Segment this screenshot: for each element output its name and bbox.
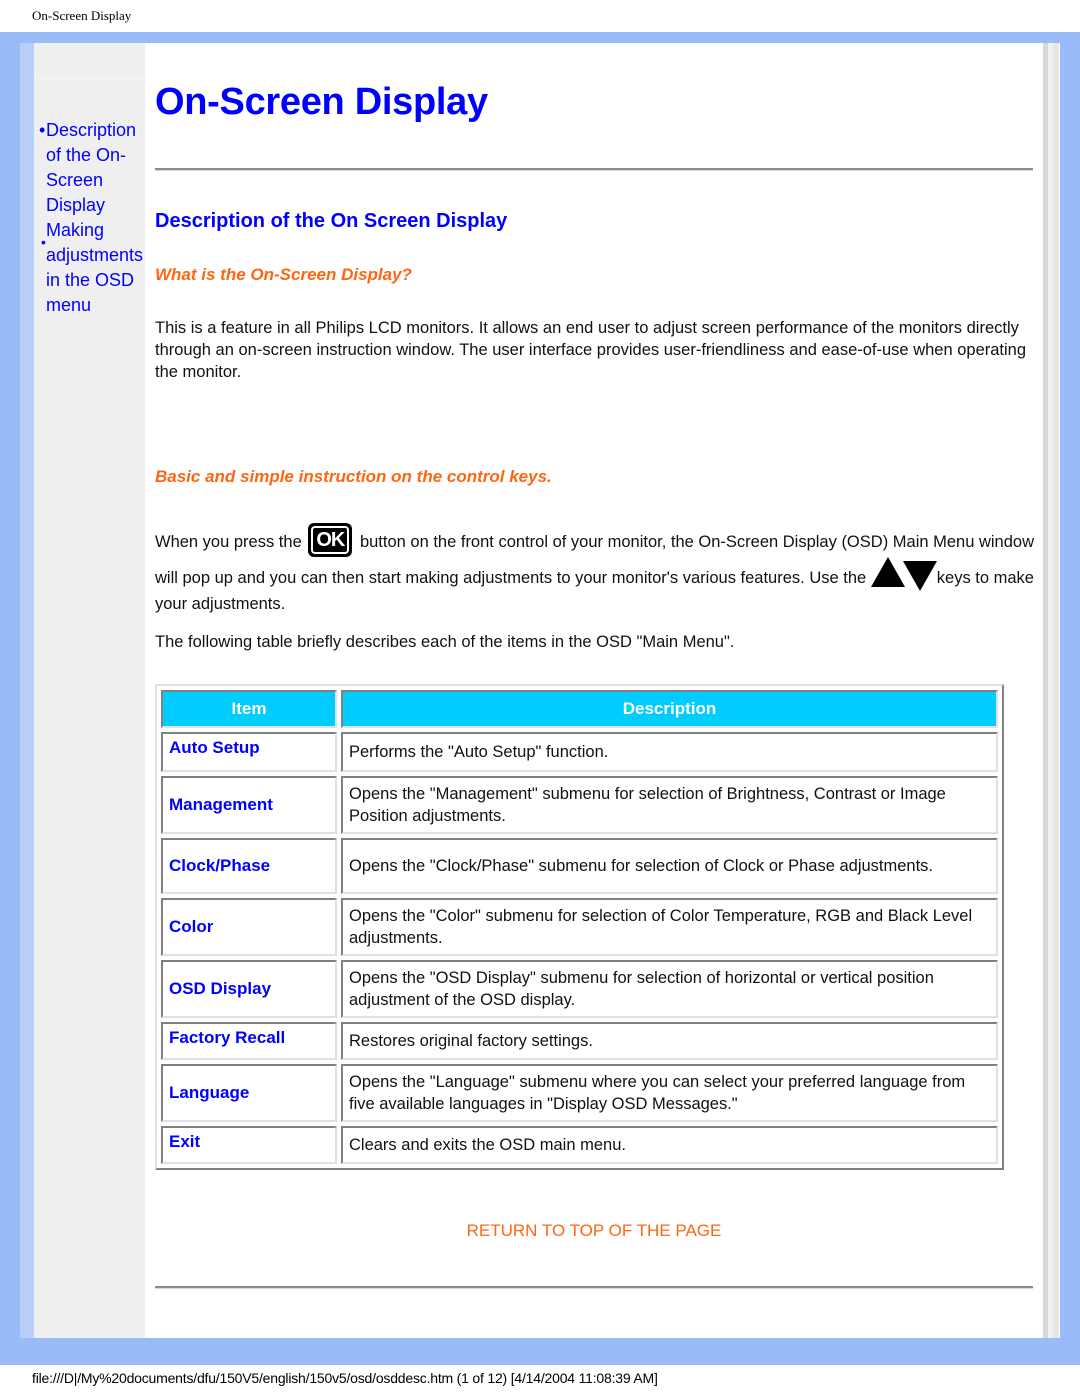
down-arrow-icon — [902, 561, 937, 591]
osd-menu-table: Item Description Auto Setup Performs the … — [155, 684, 1004, 1170]
table-row: Exit Clears and exits the OSD main menu. — [161, 1126, 998, 1164]
ok-button-icon: OK — [308, 523, 353, 557]
instruction-paragraph: When you press the OK button on the fron… — [155, 523, 1035, 617]
sidebar-item-label: Description of the On-Screen Display — [46, 120, 137, 215]
sidebar-item-adjustments[interactable]: • Making adjustments in the OSD menu — [40, 218, 150, 318]
up-arrow-icon — [870, 557, 905, 587]
table-header-row: Item Description — [161, 690, 998, 728]
table-row: OSD Display Opens the "OSD Display" subme… — [161, 960, 998, 1018]
sidebar-nav: • Description of the On-Screen Display •… — [39, 118, 150, 318]
item-cell: Factory Recall — [161, 1022, 337, 1060]
item-cell: Auto Setup — [161, 732, 337, 772]
description-cell: Restores original factory settings. — [341, 1022, 998, 1060]
item-link[interactable]: Language — [169, 1083, 249, 1102]
scrollbar[interactable] — [1043, 43, 1059, 1338]
item-cell: Clock/Phase — [161, 838, 337, 894]
item-cell: Exit — [161, 1126, 337, 1164]
item-link[interactable]: Auto Setup — [169, 738, 260, 757]
item-cell: Color — [161, 898, 337, 956]
divider — [155, 1286, 1033, 1289]
description-cell: Opens the "Color" submenu for selection … — [341, 898, 998, 956]
item-link[interactable]: OSD Display — [169, 979, 271, 998]
description-cell: Opens the "Language" submenu where you c… — [341, 1064, 998, 1122]
column-header-item: Item — [161, 690, 337, 728]
item-link[interactable]: Factory Recall — [169, 1028, 285, 1047]
bullet-icon: • — [41, 234, 46, 250]
description-cell: Clears and exits the OSD main menu. — [341, 1126, 998, 1164]
divider — [155, 168, 1033, 171]
subhead-control-keys: Basic and simple instruction on the cont… — [155, 467, 552, 486]
item-link[interactable]: Color — [169, 917, 213, 936]
item-cell: Language — [161, 1064, 337, 1122]
section-title: Description of the On Screen Display — [155, 210, 508, 232]
table-row: Clock/Phase Opens the "Clock/Phase" subme… — [161, 838, 998, 894]
column-header-description: Description — [341, 690, 998, 728]
subhead-what-is-osd: What is the On-Screen Display? — [155, 265, 412, 284]
table-intro: The following table briefly describes ea… — [155, 633, 735, 651]
item-link[interactable]: Exit — [169, 1132, 200, 1151]
table-row: Management Opens the "Management" submenu… — [161, 776, 998, 834]
sidebar-divider — [34, 78, 145, 79]
print-header: On-Screen Display — [32, 8, 132, 23]
return-to-top-link[interactable]: RETURN TO TOP OF THE PAGE — [155, 1221, 1033, 1241]
item-link[interactable]: Management — [169, 795, 273, 814]
intro-paragraph: This is a feature in all Philips LCD mon… — [155, 319, 1027, 381]
item-cell: Management — [161, 776, 337, 834]
print-footer: file:///D|/My%20documents/dfu/150V5/engl… — [32, 1370, 658, 1386]
table-row: Color Opens the "Color" submenu for selec… — [161, 898, 998, 956]
bullet-icon: • — [39, 120, 46, 140]
sidebar-item-description[interactable]: • Description of the On-Screen Display — [39, 118, 150, 218]
description-cell: Opens the "Clock/Phase" submenu for sele… — [341, 838, 998, 894]
sidebar: • Description of the On-Screen Display •… — [34, 43, 145, 1338]
item-link[interactable]: Clock/Phase — [169, 856, 270, 875]
sidebar-item-label: Making adjustments in the OSD menu — [46, 220, 144, 315]
item-cell: OSD Display — [161, 960, 337, 1018]
frame-left-strip — [20, 43, 34, 1338]
description-cell: Performs the "Auto Setup" function. — [341, 732, 998, 772]
instruction-text-1: When you press the — [155, 533, 302, 551]
description-cell: Opens the "Management" submenu for selec… — [341, 776, 998, 834]
table-row: Language Opens the "Language" submenu whe… — [161, 1064, 998, 1122]
table-row: Factory Recall Restores original factory … — [161, 1022, 998, 1060]
table-row: Auto Setup Performs the "Auto Setup" func… — [161, 732, 998, 772]
description-cell: Opens the "OSD Display" submenu for sele… — [341, 960, 998, 1018]
ok-icon-label: OK — [311, 526, 350, 554]
page-title: On-Screen Display — [155, 81, 488, 123]
